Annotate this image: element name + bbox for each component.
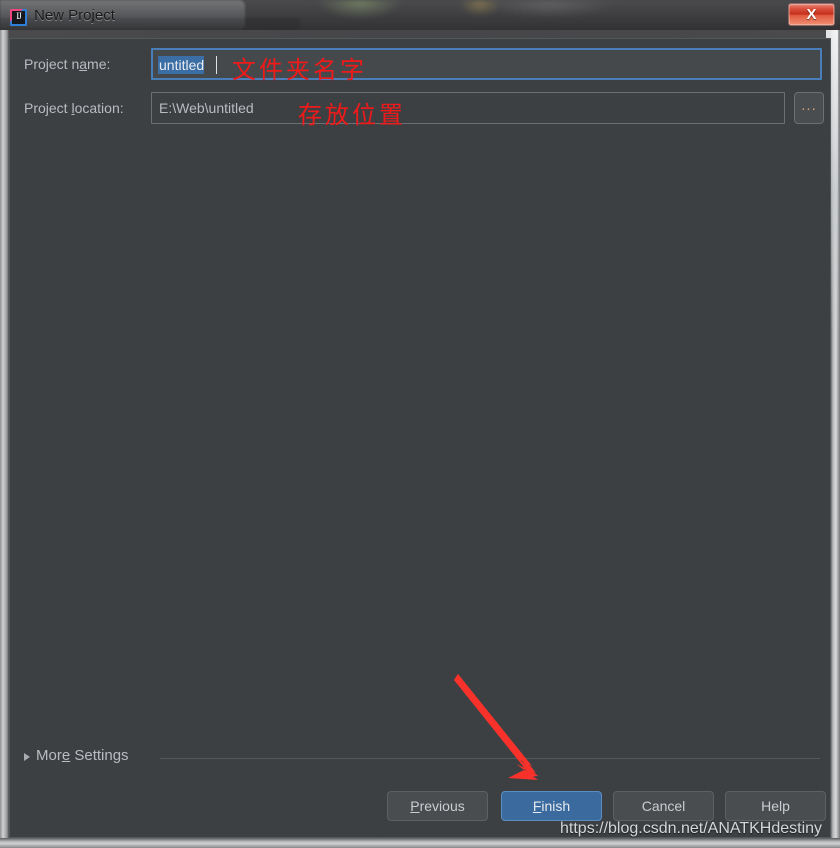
separator-line (160, 758, 820, 759)
ellipsis-icon: ... (801, 97, 817, 114)
cancel-button[interactable]: Cancel (613, 791, 714, 821)
chevron-right-icon (24, 753, 30, 761)
project-name-value: untitled (158, 56, 205, 74)
project-name-label-mnemonic: a (79, 56, 88, 72)
window-title: New Project (34, 7, 115, 24)
project-name-label: Project name: (24, 56, 110, 72)
annotation-project-name: 文件夹名字 (232, 56, 367, 84)
close-button[interactable]: X (788, 3, 835, 26)
previous-button-mnemonic: P (410, 798, 420, 814)
new-project-dialog-window: IJ New Project X Project name: untitled … (0, 0, 840, 848)
watermark-url: https://blog.csdn.net/ANATKHdestiny (560, 820, 823, 837)
intellij-idea-icon: IJ (10, 9, 27, 26)
more-settings-label-post: Settings (70, 747, 129, 764)
project-location-input[interactable]: E:\Web\untitled (151, 92, 785, 124)
project-name-label-post: me: (87, 56, 111, 72)
help-button[interactable]: Help (725, 791, 826, 821)
browse-folder-button[interactable]: ... (794, 92, 824, 124)
project-location-value: E:\Web\untitled (159, 100, 254, 116)
project-location-label: Project location: (24, 100, 124, 116)
window-frame-bottom-edge (0, 838, 840, 848)
finish-button-label: inish (541, 798, 571, 814)
more-settings-label: More Settings (36, 747, 129, 764)
annotation-project-location: 存放位置 (298, 101, 406, 129)
project-location-label-post: ocation: (74, 100, 124, 116)
project-location-label-pre: Project (24, 100, 72, 116)
close-icon: X (806, 6, 817, 23)
finish-button[interactable]: Finish (501, 791, 602, 821)
more-settings-label-mnemonic: e (61, 747, 71, 764)
text-caret (216, 56, 217, 74)
previous-button[interactable]: Previous (387, 791, 488, 821)
more-settings-label-pre: Mor (36, 747, 62, 764)
previous-button-label: revious (419, 798, 465, 814)
dialog-content: Project name: untitled 文件夹名字 Project loc… (9, 38, 831, 838)
project-name-label-pre: Project n (24, 56, 80, 72)
